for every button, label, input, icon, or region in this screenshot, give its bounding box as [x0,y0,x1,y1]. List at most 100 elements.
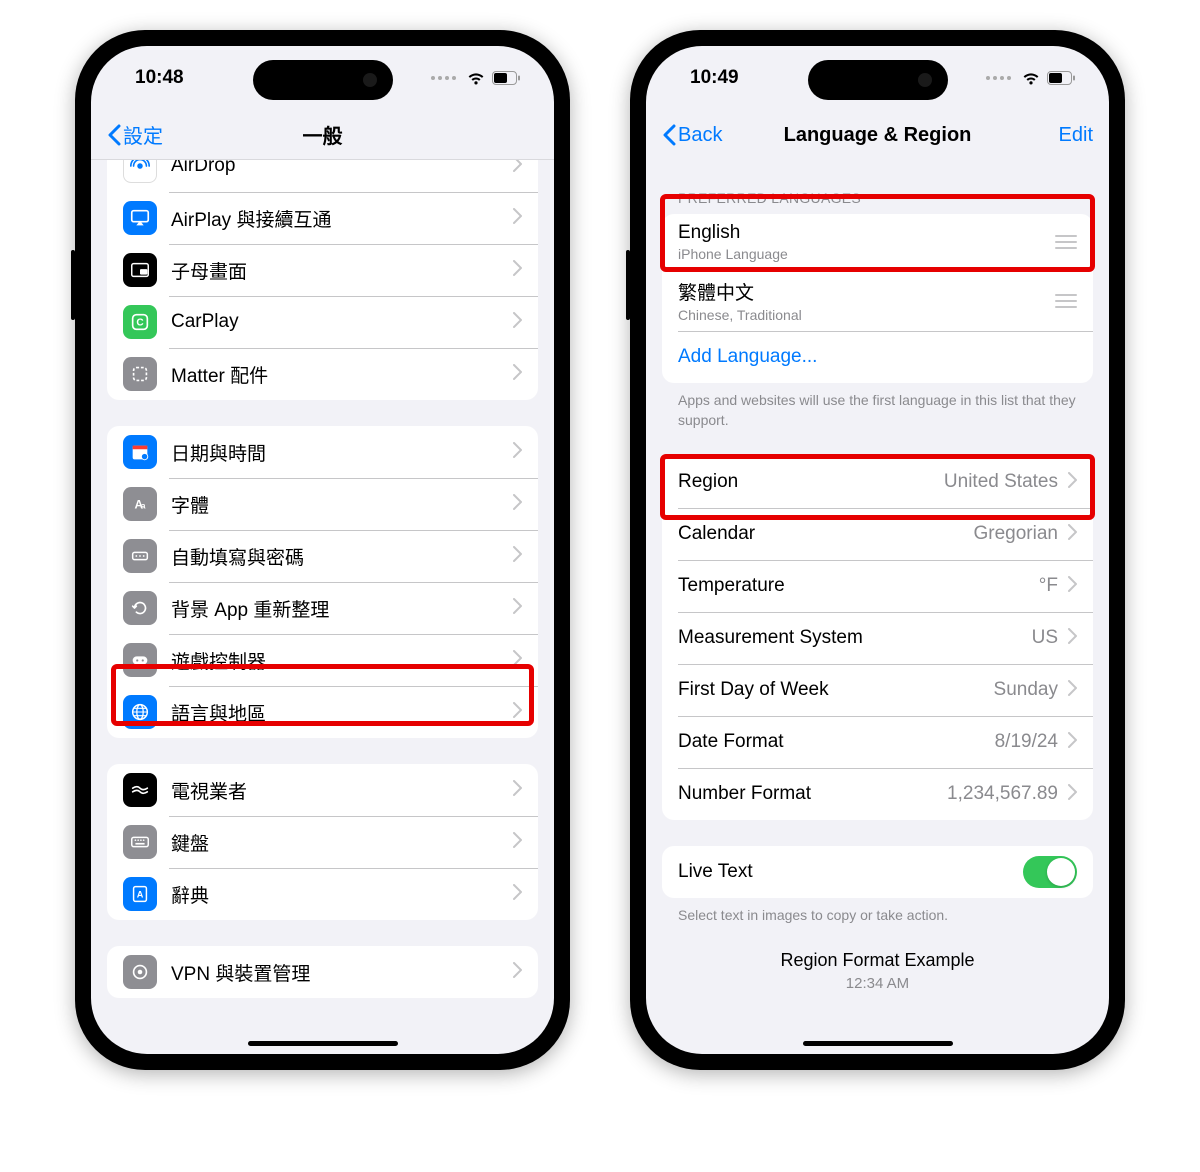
row-livetext: Live Text [662,846,1093,898]
airplay-icon [123,201,157,235]
status-right [986,71,1075,86]
cellular-dots-icon [431,76,456,80]
chevron-right-icon [513,832,522,853]
row-firstday[interactable]: First Day of Week Sunday [662,664,1093,716]
chevron-right-icon [1068,524,1077,545]
chevron-right-icon [513,364,522,385]
live-text-group: Live Text [662,846,1093,898]
setting-label: Measurement System [678,627,1032,649]
nav-bar: 設定 一般 [91,110,554,160]
add-language-label: Add Language... [678,346,817,368]
language-row-english[interactable]: English iPhone Language [662,214,1093,270]
row-temperature[interactable]: Temperature °F [662,560,1093,612]
home-indicator[interactable] [248,1041,398,1046]
screen-left: 10:48 設定 一般 [91,46,554,1054]
settings-group-2: 日期與時間 Aa 字體 自動填寫與密碼 [107,426,538,738]
back-button[interactable]: Back [662,124,762,147]
row-label: 語言與地區 [171,699,513,726]
row-label: 電視業者 [171,777,513,804]
setting-value: °F [1039,575,1058,597]
language-name: English [678,222,1047,244]
content-right[interactable]: PREFERRED LANGUAGES English iPhone Langu… [646,160,1109,1054]
chevron-right-icon [1068,576,1077,597]
row-dictionary[interactable]: A 辭典 [107,868,538,920]
row-keyboard[interactable]: 鍵盤 [107,816,538,868]
keyboard-icon [123,825,157,859]
tvprovider-icon [123,773,157,807]
wifi-icon [466,71,486,86]
row-datetime[interactable]: 日期與時間 [107,426,538,478]
settings-group-4: VPN 與裝置管理 [107,946,538,998]
add-language-row[interactable]: Add Language... [662,331,1093,383]
row-label: AirDrop [171,160,513,177]
live-text-toggle[interactable] [1023,856,1077,888]
svg-text:C: C [136,318,143,329]
chevron-right-icon [513,208,522,229]
row-bgrefresh[interactable]: 背景 App 重新整理 [107,582,538,634]
row-label: AirPlay 與接續互通 [171,205,513,232]
row-fonts[interactable]: Aa 字體 [107,478,538,530]
region-format-example-time: 12:34 AM [646,975,1109,992]
fonts-icon: Aa [123,487,157,521]
row-matter[interactable]: Matter 配件 [107,348,538,400]
pip-icon [123,253,157,287]
gear-icon [123,955,157,989]
row-calendar[interactable]: Calendar Gregorian [662,508,1093,560]
row-airdrop[interactable]: AirDrop [107,160,538,192]
globe-icon [123,695,157,729]
row-label: VPN 與裝置管理 [171,959,513,986]
row-vpn[interactable]: VPN 與裝置管理 [107,946,538,998]
row-region[interactable]: Region United States [662,456,1093,508]
calendar-icon [123,435,157,469]
edit-button[interactable]: Edit [1033,124,1093,147]
language-row-chinese[interactable]: 繁體中文 Chinese, Traditional [662,270,1093,331]
row-pip[interactable]: 子母畫面 [107,244,538,296]
row-language-region[interactable]: 語言與地區 [107,686,538,738]
content-left[interactable]: AirDrop AirPlay 與接續互通 子母畫面 [91,160,554,1054]
chevron-right-icon [513,442,522,463]
battery-icon [492,71,520,85]
row-dateformat[interactable]: Date Format 8/19/24 [662,716,1093,768]
setting-label: Region [678,471,944,493]
row-gamecontroller[interactable]: 遊戲控制器 [107,634,538,686]
chevron-right-icon [513,598,522,619]
autofill-icon [123,539,157,573]
setting-value: United States [944,471,1058,493]
languages-group: English iPhone Language 繁體中文 Chinese, Tr… [662,214,1093,383]
region-settings-group: Region United States Calendar Gregorian … [662,456,1093,820]
chevron-right-icon [513,546,522,567]
setting-label: First Day of Week [678,679,994,701]
chevron-left-icon [662,124,676,146]
setting-label: Temperature [678,575,1039,597]
row-label: 日期與時間 [171,439,513,466]
row-measurement[interactable]: Measurement System US [662,612,1093,664]
row-autofill[interactable]: 自動填寫與密碼 [107,530,538,582]
region-format-example-header: Region Format Example [646,950,1109,971]
setting-label: Number Format [678,783,947,805]
drag-handle-icon[interactable] [1055,235,1077,249]
row-numberformat[interactable]: Number Format 1,234,567.89 [662,768,1093,820]
setting-value: Gregorian [974,523,1059,545]
status-right [431,71,520,86]
preferred-languages-footer: Apps and websites will use the first lan… [678,391,1077,430]
home-indicator[interactable] [803,1041,953,1046]
chevron-right-icon [1068,680,1077,701]
battery-icon [1047,71,1075,85]
settings-group-3: 電視業者 鍵盤 A 辭典 [107,764,538,920]
setting-label: Date Format [678,731,995,753]
row-label: 辭典 [171,881,513,908]
screen-right: 10:49 Back Language & Region Edit PREFER… [646,46,1109,1054]
row-airplay[interactable]: AirPlay 與接續互通 [107,192,538,244]
row-carplay[interactable]: C CarPlay [107,296,538,348]
chevron-right-icon [513,312,522,333]
back-button[interactable]: 設定 [107,120,207,149]
row-label: 背景 App 重新整理 [171,595,513,622]
row-label: 子母畫面 [171,257,513,284]
row-tvprovider[interactable]: 電視業者 [107,764,538,816]
chevron-right-icon [1068,732,1077,753]
drag-handle-icon[interactable] [1055,294,1077,308]
iphone-frame-left: 10:48 設定 一般 [75,30,570,1070]
setting-value: 1,234,567.89 [947,783,1058,805]
chevron-right-icon [1068,628,1077,649]
row-label: 遊戲控制器 [171,647,513,674]
